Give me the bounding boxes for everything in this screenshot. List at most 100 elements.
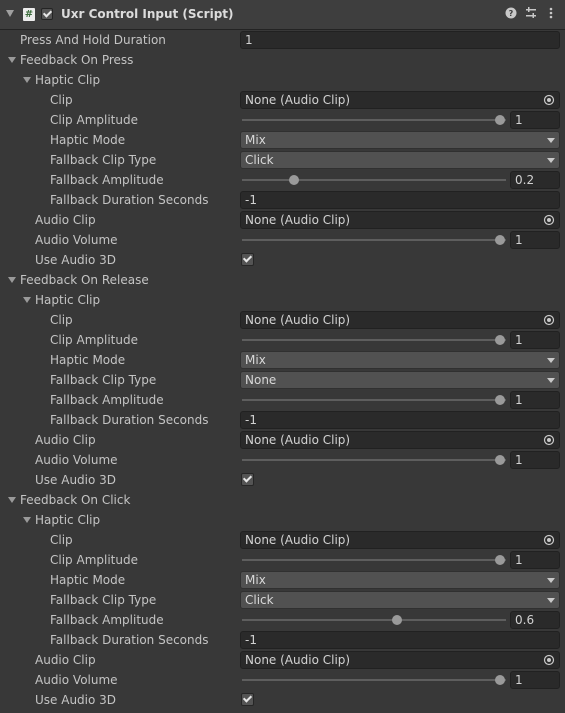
- chevron-down-icon: [547, 598, 555, 603]
- haptic-mode-dropdown[interactable]: Mix: [240, 351, 560, 369]
- help-icon[interactable]: ?: [505, 7, 517, 21]
- audio-clip-row: Audio Clip None (Audio Clip): [0, 430, 565, 450]
- foldout-arrow-icon[interactable]: [23, 517, 31, 523]
- fallback-duration-input[interactable]: -1: [240, 411, 560, 429]
- haptic-clip-header: Haptic Clip: [0, 510, 565, 530]
- component-title: Uxr Control Input (Script): [61, 7, 234, 21]
- fallback-amplitude-slider-track[interactable]: [242, 619, 506, 621]
- clip-amplitude-value-field[interactable]: 1: [510, 111, 560, 129]
- audio-clip-value: None (Audio Clip): [245, 213, 351, 227]
- haptic-mode-value: Mix: [245, 133, 266, 147]
- audio-clip-object-field[interactable]: None (Audio Clip): [240, 651, 560, 669]
- audio-volume-value-field[interactable]: 1: [510, 671, 560, 689]
- clip-amplitude-slider-thumb[interactable]: [495, 115, 505, 125]
- audio-volume-value-field[interactable]: 1: [510, 231, 560, 249]
- fallback-amplitude-slider-thumb[interactable]: [391, 615, 402, 625]
- fallback-duration-row: Fallback Duration Seconds -1: [0, 190, 565, 210]
- feedback-press-label: Feedback On Press: [20, 53, 134, 67]
- haptic-clip-label: Haptic Clip: [35, 73, 101, 87]
- feedback-release-label: Feedback On Release: [20, 273, 149, 287]
- collapse-arrow-icon[interactable]: [6, 10, 14, 17]
- press-and-hold-label: Press And Hold Duration: [20, 33, 166, 47]
- audio-volume-value-field[interactable]: 1: [510, 451, 560, 469]
- clip-amplitude-value-field[interactable]: 1: [510, 331, 560, 349]
- use-audio-3d-label: Use Audio 3D: [35, 253, 117, 267]
- object-picker-icon[interactable]: [543, 534, 555, 546]
- object-picker-icon[interactable]: [543, 314, 555, 326]
- use-audio-3d-checkbox[interactable]: [241, 473, 254, 486]
- fallback-duration-row: Fallback Duration Seconds -1: [0, 410, 565, 430]
- audio-volume-row: Audio Volume 1: [0, 670, 565, 690]
- clip-label: Clip: [50, 313, 73, 327]
- fallback-duration-label: Fallback Duration Seconds: [50, 193, 209, 207]
- audio-volume-slider-track[interactable]: [242, 459, 506, 461]
- audio-volume-slider-thumb[interactable]: [495, 455, 505, 465]
- foldout-arrow-icon[interactable]: [8, 277, 16, 283]
- fallback-clip-type-dropdown[interactable]: Click: [240, 151, 560, 169]
- object-picker-icon[interactable]: [543, 94, 555, 106]
- object-picker-icon[interactable]: [543, 654, 555, 666]
- audio-volume-slider-track[interactable]: [242, 679, 506, 681]
- fallback-amplitude-label: Fallback Amplitude: [50, 393, 164, 407]
- fallback-amplitude-slider-track[interactable]: [242, 399, 506, 401]
- haptic-clip-label: Haptic Clip: [35, 513, 101, 527]
- clip-amplitude-slider-track[interactable]: [242, 339, 506, 341]
- fallback-amplitude-row: Fallback Amplitude 0.6: [0, 610, 565, 630]
- press-and-hold-input[interactable]: 1: [240, 31, 560, 49]
- foldout-arrow-icon[interactable]: [8, 57, 16, 63]
- audio-volume-slider-track[interactable]: [242, 239, 506, 241]
- foldout-arrow-icon[interactable]: [8, 497, 16, 503]
- fallback-amplitude-row: Fallback Amplitude 1: [0, 390, 565, 410]
- use-audio-3d-checkbox[interactable]: [241, 253, 254, 266]
- fallback-amplitude-value-field[interactable]: 1: [510, 391, 560, 409]
- clip-label: Clip: [50, 93, 73, 107]
- audio-clip-row: Audio Clip None (Audio Clip): [0, 210, 565, 230]
- fallback-clip-type-label: Fallback Clip Type: [50, 373, 157, 387]
- use-audio-3d-row: Use Audio 3D: [0, 250, 565, 270]
- fallback-clip-type-value: None: [245, 373, 277, 387]
- audio-clip-object-field[interactable]: None (Audio Clip): [240, 431, 560, 449]
- haptic-mode-label: Haptic Mode: [50, 573, 126, 587]
- clip-object-field[interactable]: None (Audio Clip): [240, 91, 560, 109]
- clip-amplitude-slider-thumb[interactable]: [495, 335, 505, 345]
- audio-clip-object-field[interactable]: None (Audio Clip): [240, 211, 560, 229]
- audio-volume-slider-thumb[interactable]: [495, 675, 505, 685]
- clip-row: Clip None (Audio Clip): [0, 310, 565, 330]
- clip-object-field[interactable]: None (Audio Clip): [240, 311, 560, 329]
- fallback-duration-label: Fallback Duration Seconds: [50, 413, 209, 427]
- fallback-clip-type-label: Fallback Clip Type: [50, 593, 157, 607]
- foldout-arrow-icon[interactable]: [23, 297, 31, 303]
- fallback-amplitude-slider-thumb[interactable]: [495, 395, 505, 405]
- fallback-duration-input[interactable]: -1: [240, 631, 560, 649]
- preset-settings-icon[interactable]: [525, 7, 537, 21]
- audio-volume-slider-thumb[interactable]: [495, 235, 505, 245]
- fallback-clip-type-row: Fallback Clip Type Click: [0, 590, 565, 610]
- haptic-mode-dropdown[interactable]: Mix: [240, 571, 560, 589]
- object-picker-icon[interactable]: [543, 434, 555, 446]
- clip-row: Clip None (Audio Clip): [0, 90, 565, 110]
- clip-amplitude-slider-track[interactable]: [242, 119, 506, 121]
- fallback-clip-type-dropdown[interactable]: None: [240, 371, 560, 389]
- clip-label: Clip: [50, 533, 73, 547]
- haptic-mode-value: Mix: [245, 573, 266, 587]
- fallback-clip-type-dropdown[interactable]: Click: [240, 591, 560, 609]
- use-audio-3d-checkbox[interactable]: [241, 693, 254, 706]
- foldout-arrow-icon[interactable]: [23, 77, 31, 83]
- clip-object-field[interactable]: None (Audio Clip): [240, 531, 560, 549]
- fallback-duration-input[interactable]: -1: [240, 191, 560, 209]
- fallback-clip-type-row: Fallback Clip Type Click: [0, 150, 565, 170]
- context-menu-icon[interactable]: [545, 7, 557, 21]
- clip-amplitude-value-field[interactable]: 1: [510, 551, 560, 569]
- haptic-mode-dropdown[interactable]: Mix: [240, 131, 560, 149]
- fallback-amplitude-slider-track[interactable]: [242, 179, 506, 181]
- object-picker-icon[interactable]: [543, 214, 555, 226]
- haptic-mode-row: Haptic Mode Mix: [0, 130, 565, 150]
- clip-amplitude-slider-track[interactable]: [242, 559, 506, 561]
- fallback-amplitude-slider-thumb[interactable]: [288, 175, 299, 185]
- fallback-amplitude-value-field[interactable]: 0.6: [510, 611, 560, 629]
- fallback-amplitude-label: Fallback Amplitude: [50, 613, 164, 627]
- component-enabled-checkbox[interactable]: [41, 8, 53, 20]
- clip-amplitude-slider-thumb[interactable]: [495, 555, 505, 565]
- fallback-amplitude-value-field[interactable]: 0.2: [510, 171, 560, 189]
- audio-volume-row: Audio Volume 1: [0, 230, 565, 250]
